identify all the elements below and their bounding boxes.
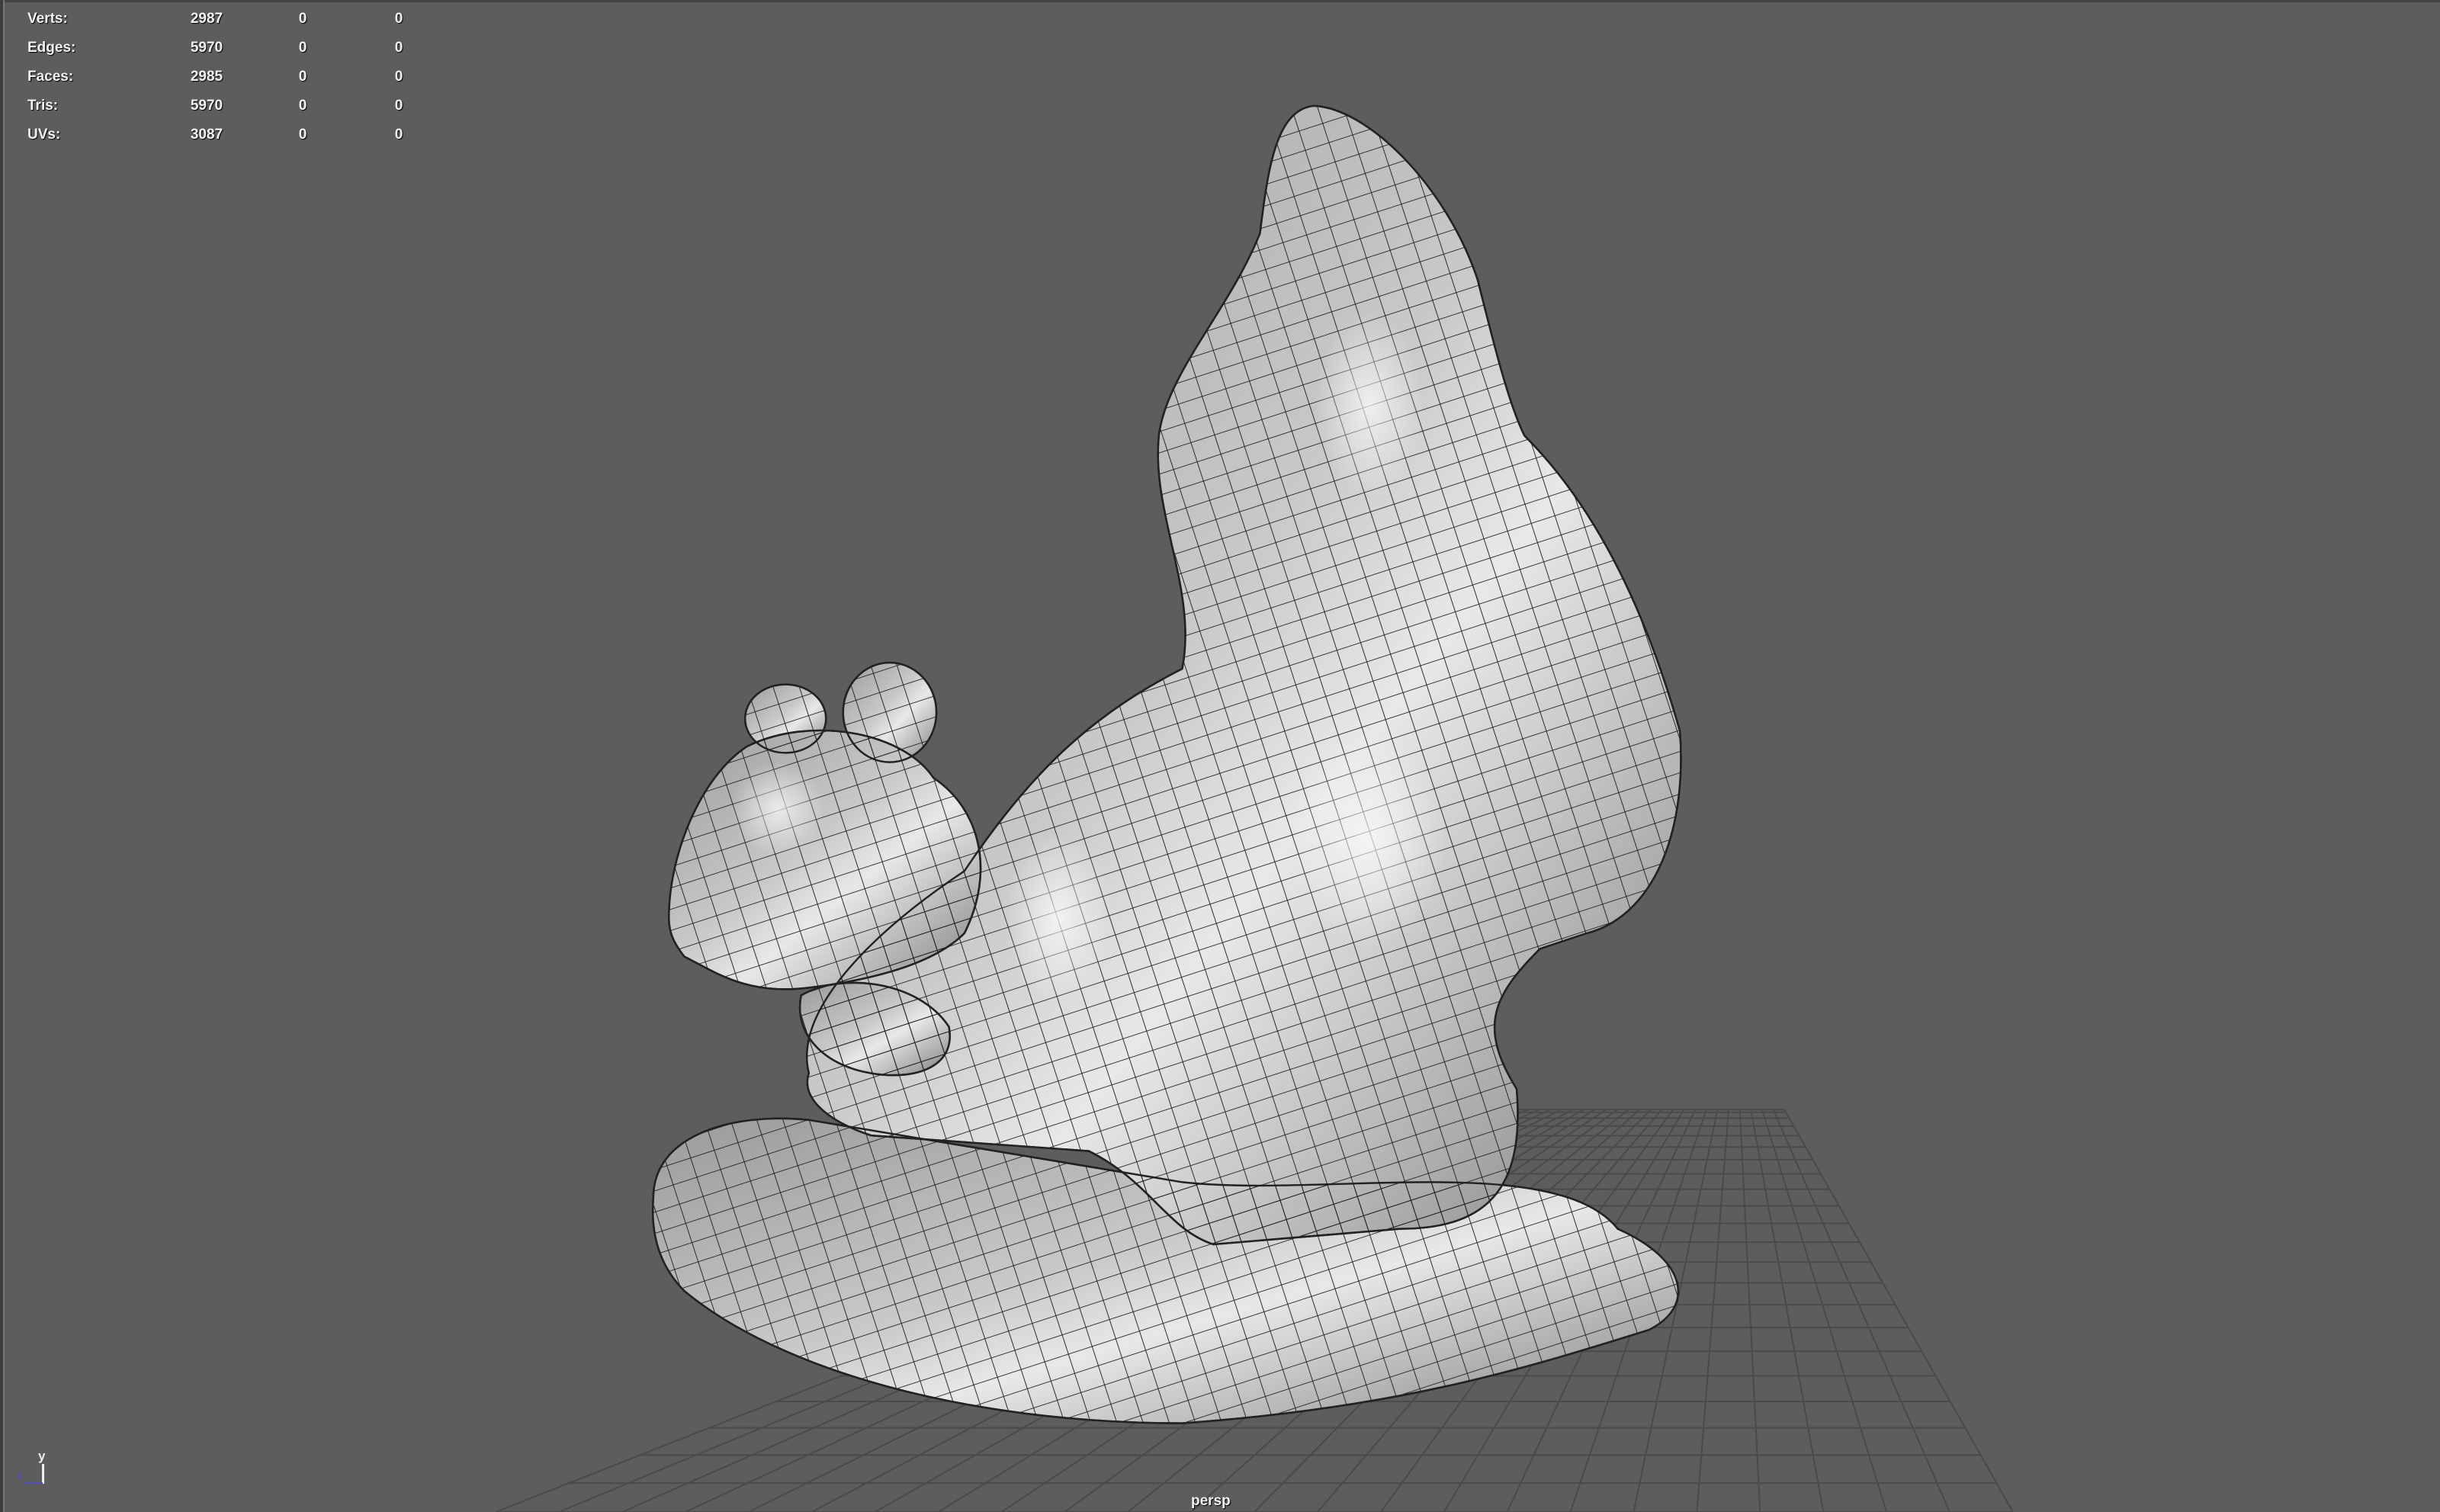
hud-row-uvs: UVs: 3087 0 0	[27, 120, 447, 149]
hud-value: 0	[394, 127, 403, 143]
axis-z-line	[24, 1482, 43, 1484]
axis-z-label: z	[17, 1469, 22, 1481]
hud-value: 5970	[190, 40, 223, 56]
grid-line	[1696, 1109, 1730, 1512]
squirrel-mesh[interactable]	[651, 104, 1682, 1424]
hud-value: 0	[298, 98, 307, 114]
hud-value: 0	[298, 127, 307, 143]
viewport-3d[interactable]	[0, 0, 2440, 1512]
hud-value: 2985	[190, 69, 223, 85]
hud-value: 0	[298, 69, 307, 85]
hud-value: 0	[394, 11, 403, 27]
hud-row-verts: Verts: 2987 0 0	[27, 5, 447, 34]
axis-y-label: y	[38, 1449, 46, 1463]
mesh-body-tail-wire	[806, 104, 1682, 1246]
hud-label: UVs:	[27, 127, 61, 143]
mesh-head-wire	[667, 729, 982, 990]
hud-value: 0	[298, 40, 307, 56]
hud-row-edges: Edges: 5970 0 0	[27, 34, 447, 63]
hud-value: 0	[394, 98, 403, 114]
hud-value: 0	[394, 69, 403, 85]
grid-line	[1783, 1109, 2014, 1512]
hud-row-faces: Faces: 2985 0 0	[27, 63, 447, 91]
axis-y-line	[42, 1464, 44, 1484]
hud-value: 0	[394, 40, 403, 56]
grid-line	[1750, 1109, 1825, 1512]
grid-line	[1738, 1109, 1761, 1512]
viewport-border-left	[0, 0, 5, 1512]
grid-line	[1772, 1109, 1950, 1512]
hud-label: Faces:	[27, 69, 74, 85]
viewport-border-top	[0, 0, 2440, 2]
hud-value: 5970	[190, 98, 223, 114]
grid-line	[1761, 1109, 1888, 1512]
hud-row-tris: Tris: 5970 0 0	[27, 91, 447, 120]
hud-label: Edges:	[27, 40, 76, 56]
poly-count-hud: Verts: 2987 0 0 Edges: 5970 0 0 Faces: 2…	[27, 5, 447, 149]
hud-label: Tris:	[27, 98, 59, 114]
hud-value: 3087	[190, 127, 223, 143]
camera-name-label: persp	[1191, 1493, 1231, 1509]
hud-label: Verts:	[27, 11, 68, 27]
hud-value: 2987	[190, 11, 223, 27]
hud-value: 0	[298, 11, 307, 27]
